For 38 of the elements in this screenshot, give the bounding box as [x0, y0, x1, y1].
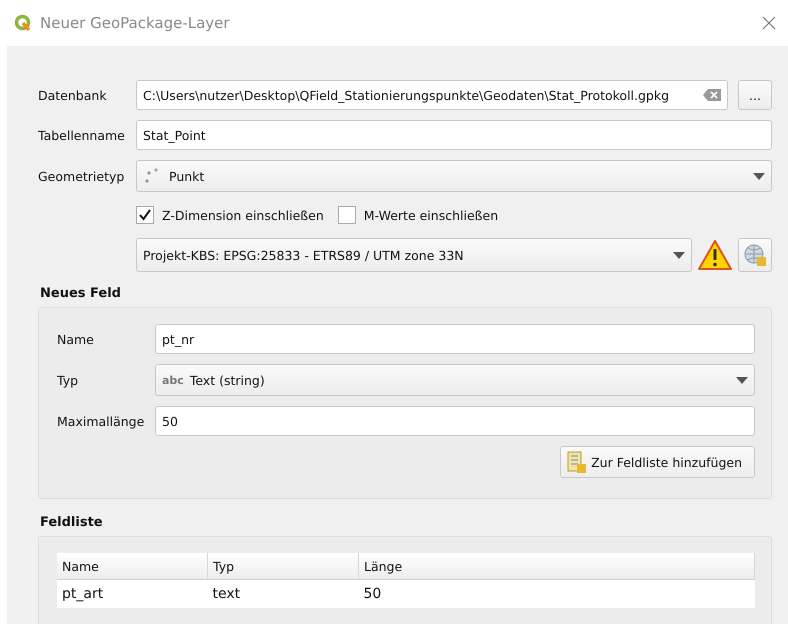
field-label: Tabellenname [38, 128, 126, 142]
section-heading: Neues Feld [40, 286, 122, 301]
browse-button[interactable]: ... [738, 80, 772, 110]
column-header[interactable]: Länge [358, 553, 754, 580]
crs-select-button[interactable] [738, 238, 772, 272]
add-field-icon [567, 451, 588, 473]
geometry-type-dropdown[interactable]: Punkt [136, 160, 772, 192]
table-cell: 50 [358, 580, 754, 608]
add-to-field-list-button[interactable]: Zur Feldliste hinzufügen [560, 446, 755, 478]
section-heading: Feldliste [40, 515, 104, 530]
dropdown-caret-icon [736, 376, 748, 384]
clear-icon[interactable] [703, 89, 721, 101]
warning-icon [698, 240, 732, 270]
dropdown-caret-icon [753, 172, 765, 180]
field-label: Geometrietyp [38, 168, 126, 184]
field-name-input[interactable]: pt_nr [155, 324, 755, 354]
field-label: Datenbank [38, 88, 108, 102]
column-header[interactable]: Name [57, 553, 208, 580]
option-checkbox[interactable]: M-Werte einschließen [338, 206, 498, 224]
field-label: Name [57, 332, 95, 346]
globe-icon [743, 243, 767, 267]
column-header[interactable]: Typ [208, 553, 358, 580]
table-cell: text [208, 580, 358, 608]
field-type-dropdown[interactable]: abc Text (string) [155, 364, 755, 396]
table-name-field[interactable]: Stat_Point [136, 120, 772, 150]
app-logo-icon [14, 14, 32, 32]
window-title: Neuer GeoPackage-Layer [40, 14, 230, 32]
field-label: Maximallänge [57, 414, 146, 428]
option-checkbox[interactable]: Z-Dimension einschließen [136, 206, 324, 224]
field-label: Typ [57, 372, 80, 388]
crs-dropdown[interactable]: Projekt-KBS: EPSG:25833 - ETRS89 / UTM zone 33N [136, 238, 692, 272]
close-icon[interactable] [762, 16, 776, 30]
text-type-icon: abc [162, 374, 184, 386]
database-path-field[interactable]: C:\Users\nutzer\Desktop\QField_Stationierungspunkte\Geodaten\Stat_Protokoll.gpkg [136, 80, 728, 110]
max-length-input[interactable]: 50 [155, 406, 755, 436]
check-icon [139, 209, 151, 221]
table-cell: pt_art [57, 580, 208, 608]
dropdown-caret-icon [673, 252, 685, 258]
